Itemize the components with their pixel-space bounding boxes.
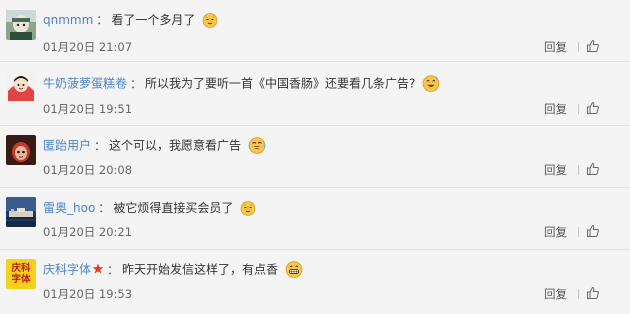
reply-button[interactable]: 回复 <box>544 40 567 54</box>
comment-time: 01月20日 20:08 <box>43 163 133 177</box>
avatar[interactable] <box>6 197 36 227</box>
colon: ： <box>107 262 120 277</box>
reply-button[interactable]: 回复 <box>544 102 567 116</box>
reply-button[interactable]: 回复 <box>544 163 567 177</box>
avatar[interactable] <box>6 135 36 165</box>
reply-button[interactable]: 回复 <box>544 287 567 301</box>
sly-smile-emoji-icon <box>240 200 256 216</box>
sweat-laugh-emoji-icon <box>422 75 440 92</box>
comment-text: 昨天开始发信这样了，有点香 <box>122 262 279 277</box>
thumbs-up-icon[interactable] <box>586 101 600 115</box>
username-link[interactable]: 牛奶菠萝蛋糕卷 <box>43 77 127 91</box>
username-link[interactable]: 庆科字体 <box>43 263 91 277</box>
comment-item: 牛奶菠萝蛋糕卷：所以我为了要听一首《中国香肠》还要看几条广告? 01月20日 1… <box>0 62 630 126</box>
comment-item: 庆科 字体 庆科字体 ：昨天开始发信这样了，有点香 01月20日 19:53 回复 <box>0 250 630 314</box>
colon: ： <box>96 13 109 27</box>
comment-list: qnmmm：看了一个多月了 01月20日 21:07 回复 牛奶菠萝蛋糕卷 ： … <box>0 0 630 314</box>
action-divider <box>578 104 579 114</box>
colon: ： <box>130 76 143 91</box>
username-link[interactable]: 匿跆用户 <box>43 139 91 153</box>
comment-item: 雷奥_hoo：被它烦得直接买会员了 01月20日 20:21 回复 <box>0 188 630 250</box>
comment-item: 匿跆用户：这个可以，我愿意看广告 01月20日 20:08 回复 <box>0 126 630 188</box>
username-link[interactable]: 雷奥_hoo <box>43 201 95 215</box>
thumbs-up-icon[interactable] <box>586 162 600 176</box>
thumbs-up-icon[interactable] <box>586 39 600 53</box>
comment-item: qnmmm：看了一个多月了 01月20日 21:07 回复 <box>0 0 630 62</box>
colon: ： <box>98 201 111 215</box>
red-star-icon <box>92 263 104 274</box>
action-divider <box>578 227 579 237</box>
laugh-tears-emoji-icon <box>248 137 266 154</box>
comment-text: 看了一个多月了 <box>111 13 196 27</box>
comment-time: 01月20日 21:07 <box>43 40 133 54</box>
avatar[interactable] <box>6 10 36 40</box>
comment-text: 被它烦得直接买会员了 <box>113 201 234 215</box>
comment-time: 01月20日 20:21 <box>43 225 133 239</box>
comment-text: 所以我为了要听一首《中国香肠》还要看几条广告? <box>145 76 416 91</box>
avatar[interactable] <box>6 71 36 101</box>
sly-smile-emoji-icon <box>202 12 218 28</box>
reply-button[interactable]: 回复 <box>544 225 567 239</box>
thumbs-up-icon[interactable] <box>586 224 600 238</box>
action-divider <box>578 42 579 52</box>
comment-text: 这个可以，我愿意看广告 <box>109 138 242 153</box>
action-divider <box>578 165 579 175</box>
colon: ： <box>94 138 107 153</box>
grin-emoji-icon <box>285 261 303 278</box>
avatar[interactable]: 庆科 字体 <box>6 259 36 289</box>
action-divider <box>578 289 579 299</box>
avatar-text: 庆科 字体 <box>11 263 31 285</box>
comment-time: 01月20日 19:51 <box>43 102 133 116</box>
thumbs-up-icon[interactable] <box>586 286 600 300</box>
comment-time: 01月20日 19:53 <box>43 287 133 301</box>
username-link[interactable]: qnmmm <box>43 13 93 27</box>
